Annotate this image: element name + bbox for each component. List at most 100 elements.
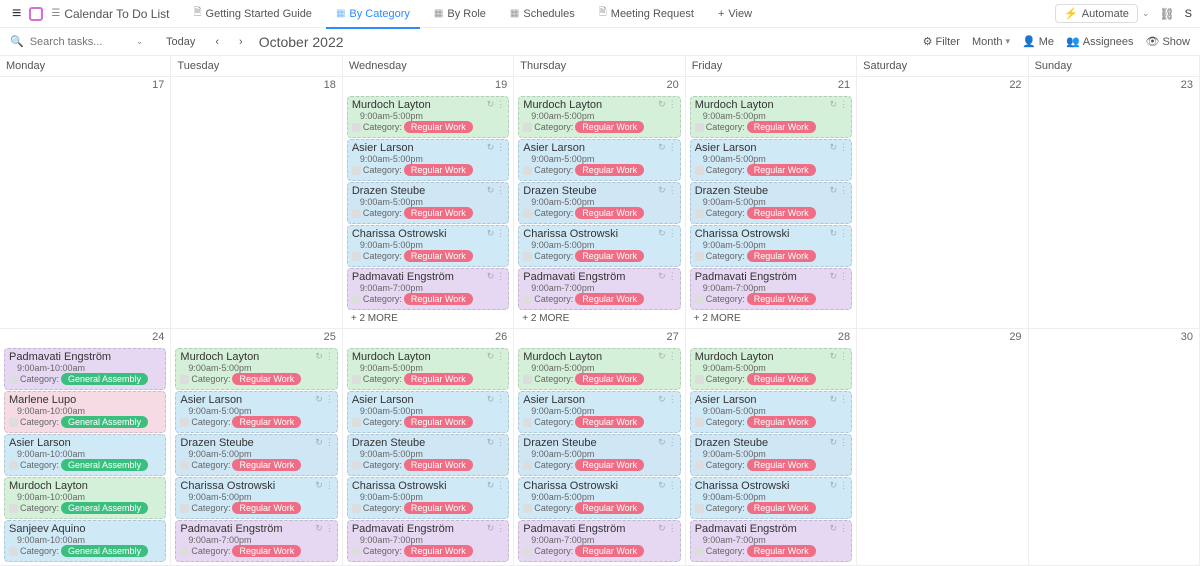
category-tag[interactable]: Regular Work: [575, 502, 644, 514]
more-link[interactable]: + 2 MORE: [516, 311, 682, 326]
event-card[interactable]: ↻⋮Drazen Steube9:00am-5:00pmCategory:Reg…: [347, 434, 509, 476]
event-card[interactable]: ↻⋮Padmavati Engström9:00am-7:00pmCategor…: [175, 520, 337, 562]
category-tag[interactable]: Regular Work: [404, 207, 473, 219]
category-tag[interactable]: Regular Work: [747, 416, 816, 428]
category-tag[interactable]: Regular Work: [404, 164, 473, 176]
event-card[interactable]: ↻⋮Murdoch Layton9:00am-5:00pmCategory:Re…: [347, 348, 509, 390]
view-meeting-request[interactable]: 🗎 Meeting Request: [589, 0, 704, 28]
category-tag[interactable]: Regular Work: [404, 250, 473, 262]
drag-icon[interactable]: ⋮: [325, 437, 334, 448]
event-card[interactable]: ↻⋮Asier Larson9:00am-5:00pmCategory:Regu…: [518, 391, 680, 433]
cell-30[interactable]: 30: [1029, 329, 1200, 566]
event-card[interactable]: ↻⋮Asier Larson9:00am-5:00pmCategory:Regu…: [518, 139, 680, 181]
event-card[interactable]: Asier Larson9:00am-10:00amCategory:Gener…: [4, 434, 166, 476]
event-card[interactable]: ↻⋮Charissa Ostrowski9:00am-5:00pmCategor…: [347, 225, 509, 267]
cell-22[interactable]: 22: [857, 77, 1028, 329]
category-tag[interactable]: General Assembly: [61, 416, 148, 428]
next-month-button[interactable]: ›: [235, 36, 247, 48]
drag-icon[interactable]: ⋮: [839, 228, 848, 239]
event-card[interactable]: ↻⋮Murdoch Layton9:00am-5:00pmCategory:Re…: [347, 96, 509, 138]
automate-dropdown[interactable]: ⌄: [1142, 8, 1150, 19]
event-card[interactable]: ↻⋮Charissa Ostrowski9:00am-5:00pmCategor…: [690, 225, 852, 267]
category-tag[interactable]: Regular Work: [232, 459, 301, 471]
share-icon[interactable]: ⛓: [1153, 7, 1180, 21]
category-tag[interactable]: Regular Work: [232, 545, 301, 557]
more-link[interactable]: + 2 MORE: [345, 311, 511, 326]
category-tag[interactable]: General Assembly: [61, 545, 148, 557]
event-card[interactable]: ↻⋮Murdoch Layton9:00am-5:00pmCategory:Re…: [175, 348, 337, 390]
category-tag[interactable]: Regular Work: [747, 502, 816, 514]
event-card[interactable]: ↻⋮Murdoch Layton9:00am-5:00pmCategory:Re…: [690, 96, 852, 138]
drag-icon[interactable]: ⋮: [668, 480, 677, 491]
drag-icon[interactable]: ⋮: [325, 351, 334, 362]
drag-icon[interactable]: ⋮: [496, 437, 505, 448]
event-card[interactable]: ↻⋮Padmavati Engström9:00am-7:00pmCategor…: [347, 520, 509, 562]
automate-button[interactable]: ⚡ Automate: [1055, 4, 1138, 23]
cell-19[interactable]: 19 ↻⋮Murdoch Layton9:00am-5:00pmCategory…: [343, 77, 514, 329]
cell-25[interactable]: 25 ↻⋮Murdoch Layton9:00am-5:00pmCategory…: [171, 329, 342, 566]
event-card[interactable]: Murdoch Layton9:00am-10:00amCategory:Gen…: [4, 477, 166, 519]
category-tag[interactable]: Regular Work: [404, 459, 473, 471]
event-card[interactable]: ↻⋮Drazen Steube9:00am-5:00pmCategory:Reg…: [690, 434, 852, 476]
drag-icon[interactable]: ⋮: [668, 271, 677, 282]
event-card[interactable]: ↻⋮Asier Larson9:00am-5:00pmCategory:Regu…: [347, 139, 509, 181]
me-button[interactable]: 👤Me: [1022, 35, 1054, 48]
event-card[interactable]: Sanjeev Aquino9:00am-10:00amCategory:Gen…: [4, 520, 166, 562]
event-card[interactable]: ↻⋮Padmavati Engström9:00am-7:00pmCategor…: [518, 268, 680, 310]
category-tag[interactable]: Regular Work: [232, 373, 301, 385]
cell-21[interactable]: 21 ↻⋮Murdoch Layton9:00am-5:00pmCategory…: [686, 77, 857, 329]
category-tag[interactable]: Regular Work: [575, 545, 644, 557]
event-card[interactable]: ↻⋮Padmavati Engström9:00am-7:00pmCategor…: [518, 520, 680, 562]
cell-29[interactable]: 29: [857, 329, 1028, 566]
drag-icon[interactable]: ⋮: [668, 99, 677, 110]
event-card[interactable]: ↻⋮Drazen Steube9:00am-5:00pmCategory:Reg…: [175, 434, 337, 476]
category-tag[interactable]: Regular Work: [232, 416, 301, 428]
event-card[interactable]: ↻⋮Drazen Steube9:00am-5:00pmCategory:Reg…: [347, 182, 509, 224]
drag-icon[interactable]: ⋮: [839, 99, 848, 110]
page-title[interactable]: ☰ Calendar To Do List: [51, 7, 169, 21]
category-tag[interactable]: Regular Work: [747, 293, 816, 305]
cell-26[interactable]: 26 ↻⋮Murdoch Layton9:00am-5:00pmCategory…: [343, 329, 514, 566]
category-tag[interactable]: Regular Work: [747, 373, 816, 385]
cell-23[interactable]: 23: [1029, 77, 1200, 329]
category-tag[interactable]: Regular Work: [747, 121, 816, 133]
event-card[interactable]: ↻⋮Drazen Steube9:00am-5:00pmCategory:Reg…: [690, 182, 852, 224]
today-button[interactable]: Today: [162, 36, 199, 48]
drag-icon[interactable]: ⋮: [668, 437, 677, 448]
event-card[interactable]: ↻⋮Padmavati Engström9:00am-7:00pmCategor…: [347, 268, 509, 310]
category-tag[interactable]: Regular Work: [747, 164, 816, 176]
event-card[interactable]: ↻⋮Murdoch Layton9:00am-5:00pmCategory:Re…: [690, 348, 852, 390]
event-card[interactable]: ↻⋮Asier Larson9:00am-5:00pmCategory:Regu…: [690, 139, 852, 181]
category-tag[interactable]: Regular Work: [575, 373, 644, 385]
prev-month-button[interactable]: ‹: [211, 36, 223, 48]
category-tag[interactable]: Regular Work: [575, 121, 644, 133]
drag-icon[interactable]: ⋮: [839, 271, 848, 282]
category-tag[interactable]: Regular Work: [232, 502, 301, 514]
event-card[interactable]: ↻⋮Asier Larson9:00am-5:00pmCategory:Regu…: [175, 391, 337, 433]
category-tag[interactable]: Regular Work: [404, 373, 473, 385]
view-by-category[interactable]: ▦ By Category: [326, 0, 420, 28]
category-tag[interactable]: Regular Work: [404, 293, 473, 305]
event-card[interactable]: Padmavati Engström9:00am-10:00amCategory…: [4, 348, 166, 390]
cell-27[interactable]: 27 ↻⋮Murdoch Layton9:00am-5:00pmCategory…: [514, 329, 685, 566]
category-tag[interactable]: Regular Work: [575, 293, 644, 305]
search-caret-icon[interactable]: ⌄: [136, 36, 144, 47]
drag-icon[interactable]: ⋮: [496, 185, 505, 196]
category-tag[interactable]: Regular Work: [575, 164, 644, 176]
drag-icon[interactable]: ⋮: [839, 185, 848, 196]
drag-icon[interactable]: ⋮: [325, 394, 334, 405]
event-card[interactable]: ↻⋮Asier Larson9:00am-5:00pmCategory:Regu…: [690, 391, 852, 433]
add-view-button[interactable]: + View: [708, 0, 762, 28]
category-tag[interactable]: General Assembly: [61, 502, 148, 514]
drag-icon[interactable]: ⋮: [496, 351, 505, 362]
assignees-button[interactable]: 👥Assignees: [1066, 35, 1133, 48]
category-tag[interactable]: General Assembly: [61, 373, 148, 385]
drag-icon[interactable]: ⋮: [839, 437, 848, 448]
menu-icon[interactable]: ≡: [8, 1, 25, 27]
event-card[interactable]: ↻⋮Charissa Ostrowski9:00am-5:00pmCategor…: [518, 225, 680, 267]
view-getting-started[interactable]: 🗎 Getting Started Guide: [183, 0, 321, 28]
view-schedules[interactable]: ▦ Schedules: [500, 0, 585, 28]
drag-icon[interactable]: ⋮: [839, 394, 848, 405]
event-card[interactable]: ↻⋮Drazen Steube9:00am-5:00pmCategory:Reg…: [518, 182, 680, 224]
category-tag[interactable]: Regular Work: [575, 459, 644, 471]
